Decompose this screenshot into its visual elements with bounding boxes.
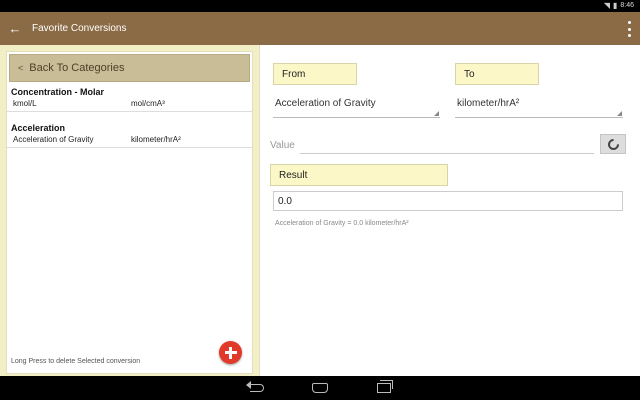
- from-label: From: [273, 63, 357, 85]
- refresh-icon: [605, 136, 621, 152]
- add-conversion-button[interactable]: [219, 341, 242, 364]
- chevron-left-icon: <: [18, 63, 24, 73]
- list-item[interactable]: Concentration - Molar kmol/L mol/cmA³: [7, 84, 252, 112]
- dropdown-icon: [434, 111, 439, 116]
- from-unit-select[interactable]: Acceleration of Gravity: [273, 98, 440, 118]
- back-to-categories-button[interactable]: < Back To Categories: [9, 54, 250, 82]
- hint-text: Long Press to delete Selected conversion: [11, 358, 141, 365]
- status-icons: ◥ ▮ 8:46: [604, 1, 634, 11]
- page-title: Favorite Conversions: [32, 23, 127, 34]
- result-description: Acceleration of Gravity = 0.0 kilometer/…: [275, 220, 409, 227]
- conversion-from: kmol/L: [13, 99, 37, 108]
- back-to-categories-label: Back To Categories: [29, 62, 125, 74]
- to-label: To: [455, 63, 539, 85]
- status-bar: ◥ ▮ 8:46: [0, 0, 640, 12]
- favorites-list-panel: < Back To Categories Concentration - Mol…: [6, 51, 253, 374]
- value-input[interactable]: Value: [270, 140, 295, 151]
- conversion-category: Acceleration: [11, 123, 66, 133]
- status-time: 8:46: [620, 2, 634, 9]
- to-unit-value: kilometer/hrA²: [457, 98, 520, 109]
- list-item[interactable]: Acceleration Acceleration of Gravity kil…: [7, 120, 252, 148]
- battery-icon: ▮: [612, 1, 618, 10]
- wifi-icon: ◥: [603, 1, 610, 10]
- back-icon: [246, 381, 264, 392]
- recents-icon: [377, 380, 393, 393]
- conversion-to: kilometer/hrA²: [131, 135, 181, 144]
- nav-back-button[interactable]: [246, 380, 267, 396]
- value-input-underline: [300, 153, 594, 154]
- nav-recents-button[interactable]: [374, 380, 394, 396]
- to-unit-select[interactable]: kilometer/hrA²: [455, 98, 623, 118]
- from-unit-value: Acceleration of Gravity: [275, 98, 376, 109]
- nav-home-button[interactable]: [310, 380, 330, 396]
- conversion-category: Concentration - Molar: [11, 87, 105, 97]
- result-label: Result: [270, 164, 448, 186]
- refresh-button[interactable]: [600, 134, 626, 154]
- conversion-to: mol/cmA³: [131, 99, 165, 108]
- action-bar: ← Favorite Conversions: [0, 12, 640, 45]
- overflow-menu-icon[interactable]: [626, 21, 632, 37]
- home-icon: [312, 383, 328, 393]
- navigation-bar: [0, 376, 640, 400]
- back-arrow-icon[interactable]: ←: [2, 12, 28, 45]
- dropdown-icon: [617, 111, 622, 116]
- result-field[interactable]: 0.0: [273, 191, 623, 211]
- conversion-from: Acceleration of Gravity: [13, 135, 94, 144]
